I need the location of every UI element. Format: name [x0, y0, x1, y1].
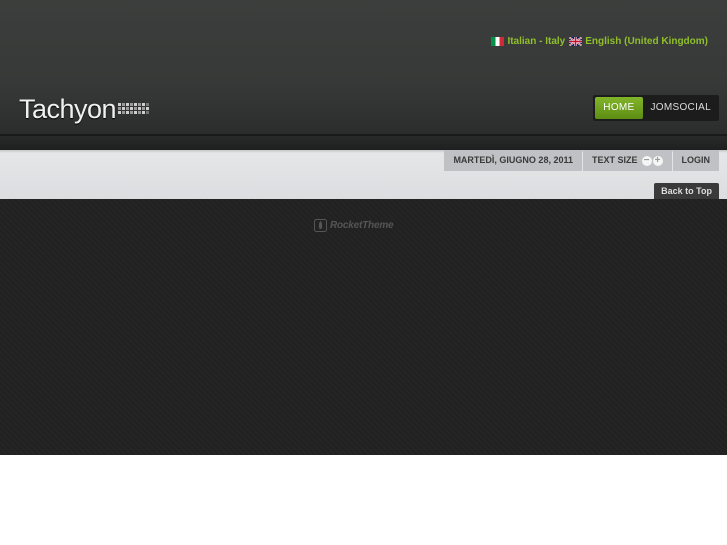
text-size-increase-icon[interactable]: +: [652, 155, 663, 166]
tool-strip: MARTEDÌ, GIUGNO 28, 2011 TEXT SIZE − + L…: [443, 150, 719, 171]
language-italian[interactable]: Italian - Italy: [491, 36, 565, 47]
rocket-icon: [314, 218, 327, 232]
language-bar: Italian - Italy English (United Kingdom): [491, 34, 708, 48]
text-size-decrease-icon[interactable]: −: [641, 155, 652, 166]
rockettheme-text: RocketTheme: [330, 219, 394, 231]
footer: [0, 199, 727, 455]
main-navigation: HOME JOMSOCIAL: [593, 95, 719, 121]
login-button[interactable]: LOGIN: [672, 150, 719, 171]
logo-text: Tachyon: [19, 94, 117, 124]
header: Italian - Italy English (United Kingdom)…: [0, 0, 727, 150]
flag-italy-icon: [491, 36, 505, 46]
logo-pixel-grid-icon: [118, 103, 150, 114]
back-to-top-button[interactable]: Back to Top: [654, 183, 719, 199]
text-size-control: TEXT SIZE − +: [582, 150, 672, 171]
language-italian-label: Italian - Italy: [507, 35, 566, 47]
language-english[interactable]: English (United Kingdom): [569, 36, 708, 47]
language-english-label: English (United Kingdom): [585, 35, 708, 47]
nav-jomsocial[interactable]: JOMSOCIAL: [643, 97, 720, 119]
nav-home[interactable]: HOME: [595, 97, 643, 119]
text-size-label: TEXT SIZE: [591, 155, 638, 165]
toolbar: MARTEDÌ, GIUGNO 28, 2011 TEXT SIZE − + L…: [0, 150, 727, 199]
rockettheme-logo[interactable]: RocketTheme: [314, 218, 394, 232]
login-label: LOGIN: [681, 155, 711, 165]
site-logo[interactable]: Tachyon: [19, 88, 150, 124]
flag-uk-icon: [569, 36, 583, 46]
date-display: MARTEDÌ, GIUGNO 28, 2011: [444, 150, 582, 171]
date-text: MARTEDÌ, GIUGNO 28, 2011: [453, 155, 573, 165]
